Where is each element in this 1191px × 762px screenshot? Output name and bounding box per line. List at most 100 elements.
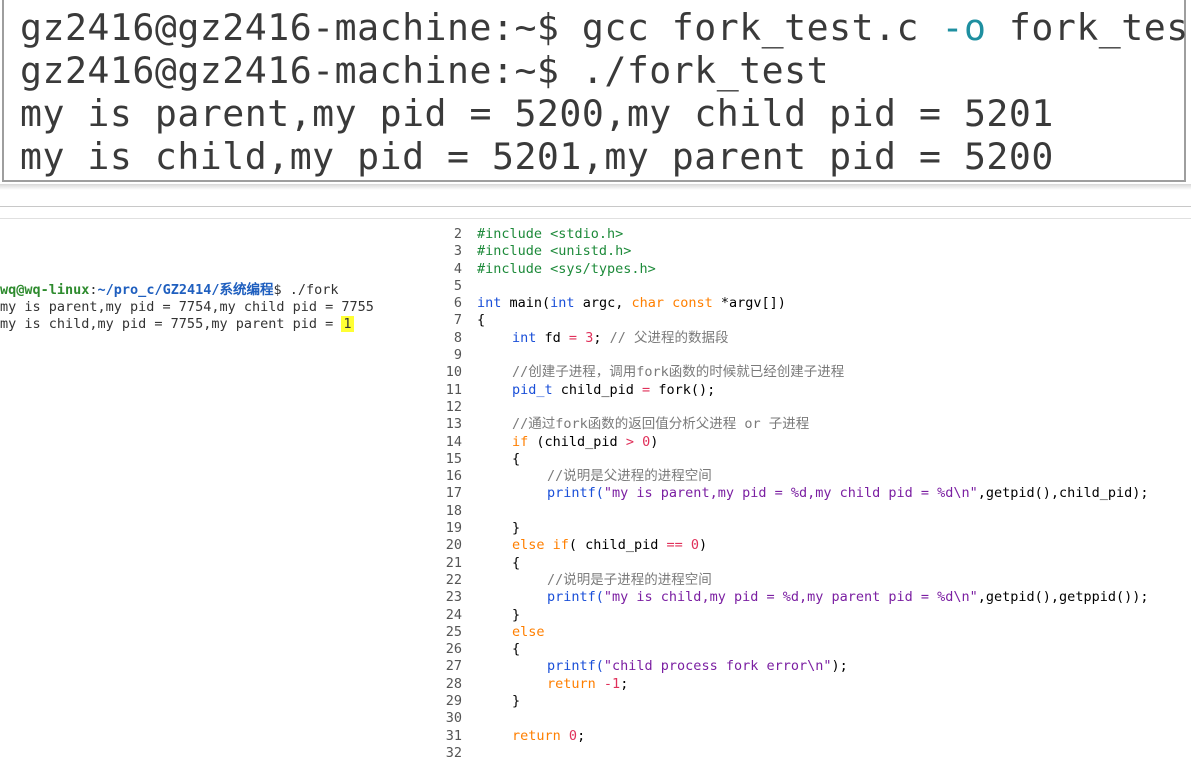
code-line: 23 printf("my is child,my pid = %d,my par… (440, 589, 1191, 606)
prompt-user: wq@wq-linux (0, 282, 90, 298)
keyword: char (631, 295, 664, 312)
line-number: 4 (453, 260, 462, 277)
code-text: pid_t child_pid = fork(); (512, 382, 715, 399)
prompt-command: $ ./fork (273, 282, 339, 298)
keyword: if (512, 433, 529, 450)
line-number: 16 (445, 468, 462, 485)
keyword: return (512, 727, 561, 744)
code-line: 20 else if( child_pid == 0) (440, 537, 1191, 554)
line-number: 10 (445, 364, 462, 381)
line-number: 30 (445, 710, 462, 727)
line-number: 11 (445, 381, 462, 398)
code-token: (child_pid (528, 433, 626, 450)
code-token: fork(); (650, 381, 716, 398)
code-text: if (child_pid > 0) (512, 434, 658, 451)
code-line: 2 #include <stdio.h> (440, 226, 1191, 243)
code-token: argc, (574, 295, 632, 312)
code-line: 11 pid_t child_pid = fork(); (440, 382, 1191, 399)
code-text: printf("my is parent,my pid = %d,my chil… (547, 485, 1148, 502)
line-number: 8 (453, 329, 462, 346)
compile-target: fork_test (986, 6, 1191, 49)
code-line: 31 return 0; (440, 728, 1191, 745)
code-text: return 0; (512, 728, 585, 745)
line-number: 21 (445, 554, 462, 571)
code-line: 24} (440, 607, 1191, 624)
code-line: 21 { (440, 555, 1191, 572)
code-line: 15 { (440, 451, 1191, 468)
divider-line (0, 218, 1191, 219)
code-text: else if( child_pid == 0) (512, 537, 707, 554)
code-token: ,getpid(),child_pid); (977, 485, 1149, 502)
code-text: return -1; (547, 676, 628, 693)
terminal-line-parent-output: my is parent,my pid = 5200,my child pid … (20, 92, 1054, 135)
code-line: 17 printf("my is parent,my pid = %d,my ch… (440, 485, 1191, 502)
code-line: 3 #include <unistd.h> (440, 243, 1191, 260)
terminal-line-compile: gz2416@gz2416-machine:~$ gcc fork_test.c… (20, 6, 1191, 50)
line-number: 12 (445, 398, 462, 415)
operator: == (666, 537, 683, 554)
line-number: 19 (445, 520, 462, 537)
code-line: 27 printf("child process fork error\n"); (440, 658, 1191, 675)
code-line: 28 return -1; (440, 676, 1191, 693)
line-number: 31 (445, 727, 462, 744)
code-token: ,getpid(),getppid()); (977, 589, 1149, 606)
number: 0 (642, 433, 651, 450)
line-number: 29 (445, 693, 462, 710)
number: 0 (568, 727, 578, 744)
keyword: else (512, 537, 545, 554)
code-line: 18 (440, 503, 1191, 520)
code-token: * (712, 295, 730, 312)
code-text: { (512, 554, 521, 571)
line-number: 20 (445, 537, 462, 554)
comment: //说明是父进程的进程空间 (547, 468, 712, 485)
line-number: 22 (445, 571, 462, 588)
function-call: printf( (547, 589, 604, 606)
code-line: 12 (440, 399, 1191, 416)
keyword: const (672, 295, 713, 312)
code-line: 30 (440, 710, 1191, 727)
code-line: 7{ (440, 312, 1191, 329)
number: 0 (690, 537, 700, 554)
comment: //创建子进程，调用fork函数的时候就已经创建子进程 (512, 364, 845, 381)
function-call: printf( (547, 485, 604, 502)
section-divider (0, 184, 1191, 190)
comment: //说明是子进程的进程空间 (547, 571, 712, 588)
code-token: fd (536, 329, 569, 346)
code-text: printf("my is child,my pid = %d,my paren… (547, 589, 1148, 606)
prompt-separator: : (89, 282, 98, 298)
highlighted-parent-pid: 1 (341, 316, 354, 332)
code-line: 10 //创建子进程，调用fork函数的时候就已经创建子进程 (440, 364, 1191, 381)
code-text: { (512, 641, 521, 658)
line-number: 13 (445, 416, 462, 433)
line-number: 26 (445, 641, 462, 658)
line-number: 9 (453, 347, 462, 364)
keyword: if (552, 537, 569, 554)
line-number: 17 (445, 485, 462, 502)
code-line: 13 //通过fork函数的返回值分析父进程 or 子进程 (440, 416, 1191, 433)
code-editor[interactable]: 2 #include <stdio.h> 3 #include <unistd.h>… (440, 226, 1191, 762)
line-number: 27 (445, 658, 462, 675)
code-text: } (512, 606, 521, 623)
type: pid_t (512, 381, 553, 398)
code-line: 16 //说明是父进程的进程空间 (440, 468, 1191, 485)
code-text: { (512, 450, 521, 467)
terminal-line-child-output: my is child,my pid = 5201,my parent pid … (20, 135, 1054, 178)
code-line: 4 #include <sys/types.h> (440, 261, 1191, 278)
code-line: 14 if (child_pid > 0) (440, 434, 1191, 451)
child-output-text: my is child,my pid = 7755,my parent pid … (0, 316, 342, 332)
comment: // 父进程的数据段 (609, 329, 729, 346)
compile-option: -o (941, 6, 987, 49)
prompt-path: ~/pro_c/GZ2414/系统编程 (97, 282, 274, 298)
line-number: 3 (453, 243, 462, 260)
line-number: 7 (453, 312, 462, 329)
line-number: 15 (445, 450, 462, 467)
code-line: 26 { (440, 641, 1191, 658)
code-token: ); (831, 658, 848, 675)
operator: > (625, 433, 634, 450)
code-text: int fd = 3; // 父进程的数据段 (512, 330, 728, 347)
